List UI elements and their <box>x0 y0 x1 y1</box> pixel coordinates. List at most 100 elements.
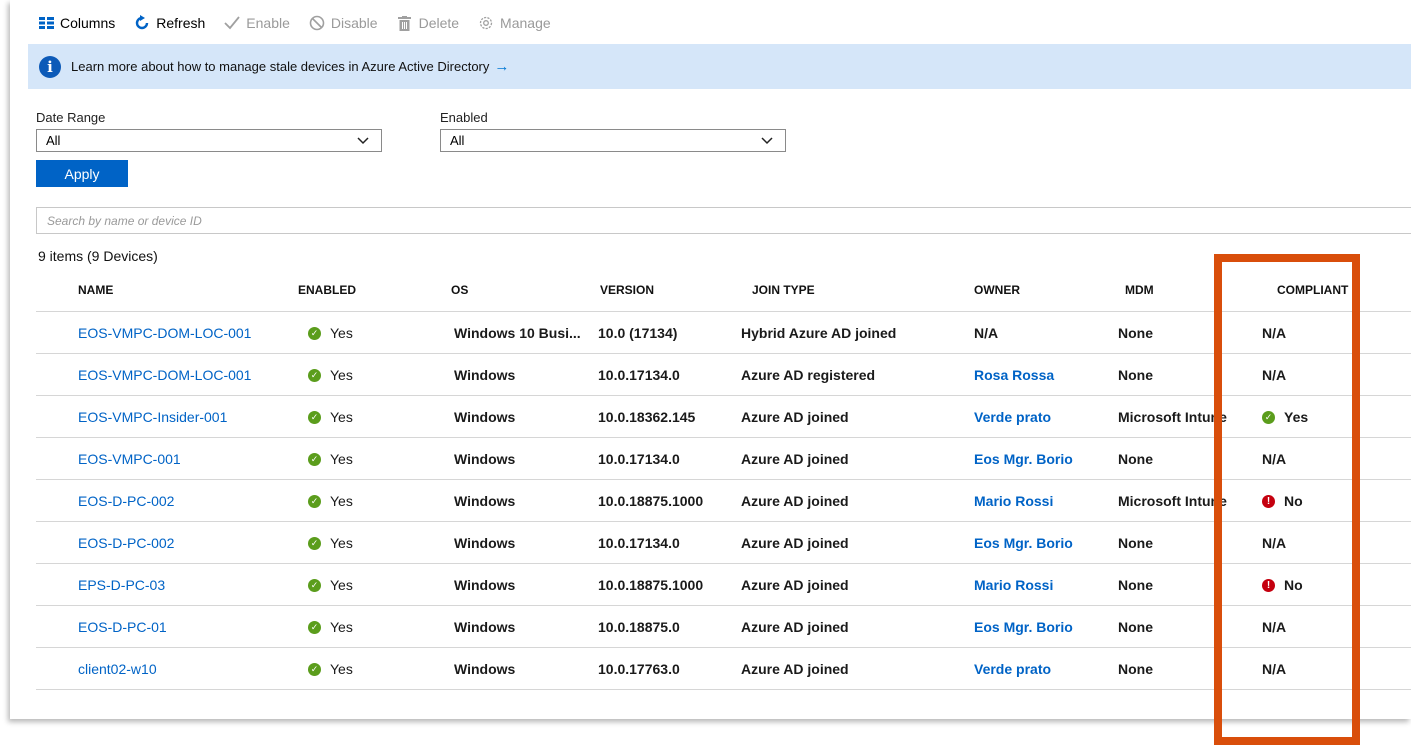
column-header-os[interactable]: OS <box>451 283 468 297</box>
os-cell: Windows <box>454 648 515 690</box>
column-header-owner[interactable]: OWNER <box>974 283 1020 297</box>
os-text: Windows <box>454 535 516 551</box>
os-text: Windows <box>454 451 516 467</box>
table-row[interactable]: EOS-D-PC-01 ✓ Yes Windows 10.0.18875.0 Azure … <box>36 606 1411 648</box>
owner-text: N/A <box>974 325 999 341</box>
table-row[interactable]: EOS-VMPC-DOM-LOC-001 ✓ Yes Windows 10.0.1713… <box>36 354 1411 396</box>
enabled-text: Yes <box>330 493 353 509</box>
os-text: Windows 10 Busi... <box>454 325 581 341</box>
enabled-cell: ✓ Yes <box>308 480 353 522</box>
version-text: 10.0.18875.0 <box>598 619 680 635</box>
chevron-down-icon <box>761 133 773 150</box>
delete-label: Delete <box>418 15 460 31</box>
mdm-text: None <box>1118 577 1153 593</box>
column-header-join-type[interactable]: JOIN TYPE <box>752 283 815 297</box>
os-cell: Windows <box>454 564 515 606</box>
mdm-text: Microsoft Intune <box>1118 409 1227 425</box>
owner-link[interactable]: Mario Rossi <box>974 564 1053 606</box>
enable-button[interactable]: Enable <box>224 15 290 31</box>
device-name-link[interactable]: client02-w10 <box>78 648 157 690</box>
enabled-text: Yes <box>330 451 353 467</box>
os-text: Windows <box>454 409 516 425</box>
owner-link[interactable]: Mario Rossi <box>974 480 1053 522</box>
enabled-text: Yes <box>330 577 353 593</box>
gear-icon <box>478 15 494 31</box>
device-name-link[interactable]: EOS-VMPC-DOM-LOC-001 <box>78 312 251 354</box>
table-row[interactable]: EOS-VMPC-001 ✓ Yes Windows 10.0.17134.0 Azure… <box>36 438 1411 480</box>
enable-label: Enable <box>246 15 290 31</box>
owner-text: Eos Mgr. Borio <box>974 535 1073 551</box>
owner-link[interactable]: Rosa Rossa <box>974 354 1054 396</box>
disable-button[interactable]: Disable <box>309 15 378 31</box>
device-name-link[interactable]: EPS-D-PC-03 <box>78 564 165 606</box>
table-row[interactable]: EOS-VMPC-Insider-001 ✓ Yes Windows 10.0.1836… <box>36 396 1411 438</box>
version-text: 10.0.18362.145 <box>598 409 696 425</box>
table-row[interactable]: EPS-D-PC-03 ✓ Yes Windows 10.0.18875.1000 Azu… <box>36 564 1411 606</box>
os-text: Windows <box>454 577 516 593</box>
enabled-select[interactable]: All <box>440 129 786 152</box>
delete-button[interactable]: Delete <box>397 15 459 31</box>
enabled-text: Yes <box>330 535 353 551</box>
join-type-cell: Azure AD joined <box>741 648 849 690</box>
owner-link[interactable]: Verde prato <box>974 648 1051 690</box>
table-row[interactable]: EOS-VMPC-DOM-LOC-001 ✓ Yes Windows 10 Busi.… <box>36 312 1411 354</box>
device-name-link[interactable]: EOS-D-PC-002 <box>78 480 174 522</box>
column-header-mdm[interactable]: MDM <box>1125 283 1154 297</box>
owner-text: Verde prato <box>974 661 1052 677</box>
owner-cell: N/A <box>974 312 998 354</box>
column-header-name[interactable]: NAME <box>78 283 113 297</box>
join-text: Hybrid Azure AD joined <box>741 325 897 341</box>
version-cell: 10.0 (17134) <box>598 312 677 354</box>
columns-button[interactable]: Columns <box>38 15 115 31</box>
table-row[interactable]: EOS-D-PC-002 ✓ Yes Windows 10.0.18875.1000 Az… <box>36 480 1411 522</box>
search-input[interactable]: Search by name or device ID <box>36 207 1411 234</box>
name-text: EOS-D-PC-002 <box>78 535 175 551</box>
columns-icon <box>38 15 54 31</box>
info-banner[interactable]: i Learn more about how to manage stale d… <box>28 44 1411 89</box>
date-range-select[interactable]: All <box>36 129 382 152</box>
enabled-text: Yes <box>330 409 353 425</box>
os-text: Windows <box>454 619 516 635</box>
manage-button[interactable]: Manage <box>478 15 551 31</box>
chevron-down-icon <box>357 133 369 150</box>
column-header-enabled[interactable]: ENABLED <box>298 283 356 297</box>
join-type-cell: Hybrid Azure AD joined <box>741 312 896 354</box>
owner-link[interactable]: Eos Mgr. Borio <box>974 438 1073 480</box>
refresh-button[interactable]: Refresh <box>134 15 205 31</box>
columns-label: Columns <box>60 15 116 31</box>
success-check-icon: ✓ <box>308 494 321 508</box>
owner-link[interactable]: Eos Mgr. Borio <box>974 522 1073 564</box>
os-cell: Windows <box>454 396 515 438</box>
table-row[interactable]: EOS-D-PC-002 ✓ Yes Windows 10.0.17134.0 Azure… <box>36 522 1411 564</box>
mdm-text: None <box>1118 451 1153 467</box>
join-type-cell: Azure AD joined <box>741 438 849 480</box>
owner-text: Mario Rossi <box>974 577 1054 593</box>
enabled-text: Yes <box>330 325 353 341</box>
version-cell: 10.0.17763.0 <box>598 648 680 690</box>
apply-button[interactable]: Apply <box>36 160 128 187</box>
owner-link[interactable]: Eos Mgr. Borio <box>974 606 1073 648</box>
os-text: Windows <box>454 367 516 383</box>
mdm-text: None <box>1118 367 1153 383</box>
enabled-cell: ✓ Yes <box>308 648 353 690</box>
enabled-text: Yes <box>330 619 353 635</box>
name-text: EOS-VMPC-DOM-LOC-001 <box>78 367 252 383</box>
mdm-text: None <box>1118 535 1153 551</box>
join-type-cell: Azure AD joined <box>741 522 849 564</box>
enabled-value: All <box>450 133 465 148</box>
success-check-icon: ✓ <box>308 620 321 634</box>
enabled-cell: ✓ Yes <box>308 438 353 480</box>
column-header-version[interactable]: VERSION <box>600 283 654 297</box>
os-cell: Windows <box>454 480 515 522</box>
device-name-link[interactable]: EOS-VMPC-DOM-LOC-001 <box>78 354 251 396</box>
device-name-link[interactable]: EOS-VMPC-Insider-001 <box>78 396 227 438</box>
device-name-link[interactable]: EOS-D-PC-002 <box>78 522 174 564</box>
version-cell: 10.0.18875.1000 <box>598 480 703 522</box>
name-text: EPS-D-PC-03 <box>78 577 166 593</box>
version-cell: 10.0.18362.145 <box>598 396 695 438</box>
owner-link[interactable]: Verde prato <box>974 396 1051 438</box>
owner-text: Mario Rossi <box>974 493 1054 509</box>
table-row[interactable]: client02-w10 ✓ Yes Windows 10.0.17763.0 Azure… <box>36 648 1411 690</box>
device-name-link[interactable]: EOS-D-PC-01 <box>78 606 167 648</box>
device-name-link[interactable]: EOS-VMPC-001 <box>78 438 181 480</box>
